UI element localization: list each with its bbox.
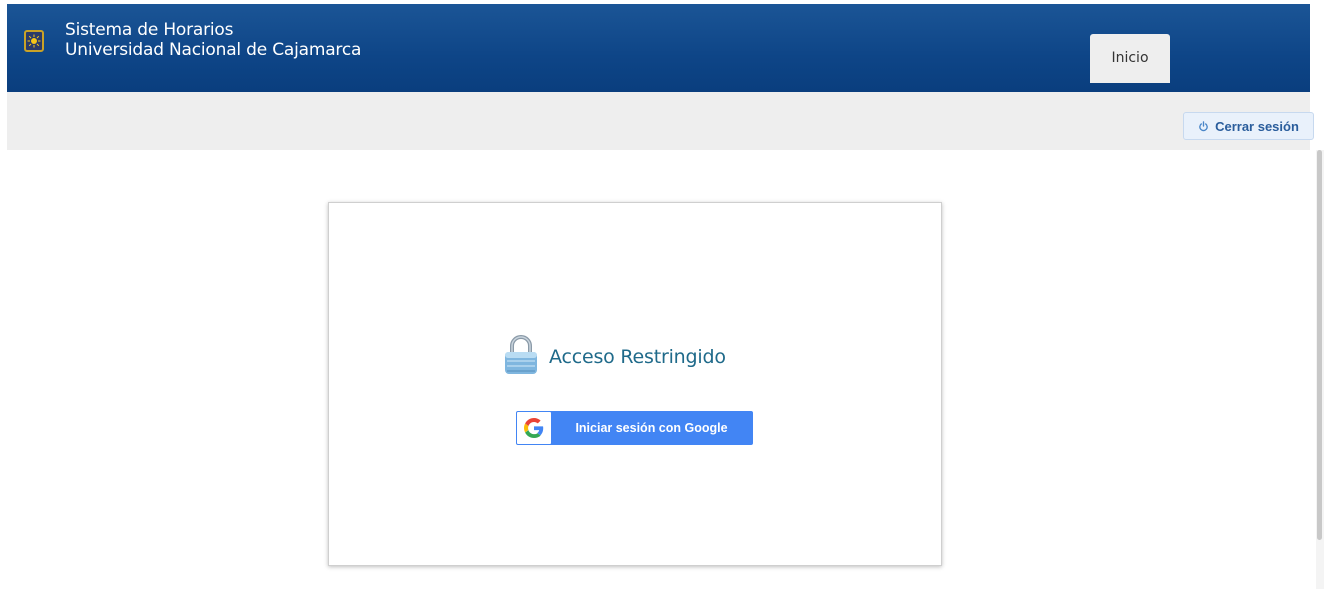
header-bar: Sistema de Horarios Universidad Nacional… xyxy=(7,4,1310,92)
logout-label: Cerrar sesión xyxy=(1215,118,1299,134)
login-card: Acceso Restringido Iniciar sesión con Go… xyxy=(328,202,942,566)
brand-title: Sistema de Horarios xyxy=(65,20,234,40)
university-logo xyxy=(24,30,44,52)
access-title: Acceso Restringido xyxy=(549,346,726,368)
access-heading: Acceso Restringido xyxy=(501,333,726,381)
power-icon xyxy=(1198,120,1209,132)
google-signin-button[interactable]: Iniciar sesión con Google xyxy=(516,411,753,445)
scrollbar-thumb[interactable] xyxy=(1317,150,1322,540)
lock-icon xyxy=(501,333,541,381)
toolbar: Cerrar sesión xyxy=(7,92,1314,150)
google-signin-label: Iniciar sesión con Google xyxy=(575,421,728,435)
brand-text: Sistema de Horarios Universidad Nacional… xyxy=(65,20,361,60)
logout-button[interactable]: Cerrar sesión xyxy=(1183,112,1314,140)
page: Sistema de Horarios Universidad Nacional… xyxy=(0,0,1324,589)
tab-inicio[interactable]: Inicio xyxy=(1090,34,1170,83)
google-g-icon xyxy=(517,412,551,444)
brand-subtitle: Universidad Nacional de Cajamarca xyxy=(65,40,362,60)
